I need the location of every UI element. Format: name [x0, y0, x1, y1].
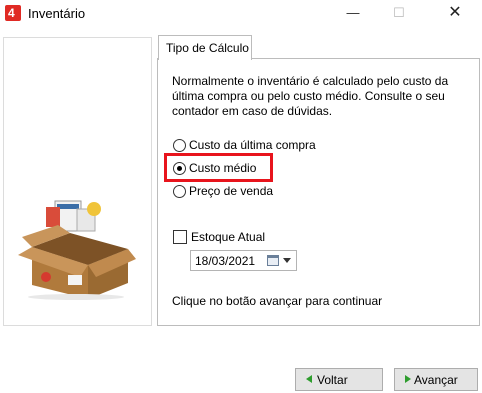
radio-label: Custo da última compra [189, 138, 316, 152]
back-button[interactable]: Voltar [295, 368, 383, 391]
minimize-button[interactable]: — [330, 0, 376, 26]
radio-circle-icon[interactable] [173, 138, 186, 152]
calendar-icon[interactable] [267, 255, 279, 266]
box-illustration [18, 200, 136, 300]
date-field[interactable]: 18/03/2021 [190, 250, 297, 271]
radio-circle-icon[interactable] [173, 184, 186, 198]
next-label: Avançar [414, 372, 458, 387]
dropdown-arrow-icon[interactable] [283, 258, 291, 263]
title-bar: 4 Inventário — ☐ ✕ [0, 0, 482, 26]
radio-preco-de-venda[interactable]: Preço de venda [173, 184, 273, 198]
arrow-right-icon [405, 375, 411, 383]
back-label: Voltar [317, 372, 348, 387]
close-button[interactable]: ✕ [432, 0, 478, 26]
estoque-atual-checkbox[interactable]: Estoque Atual [173, 230, 265, 244]
hint-text: Clique no botão avançar para continuar [172, 294, 383, 308]
maximize-button[interactable]: ☐ [376, 0, 422, 26]
tab-label: Tipo de Cálculo [166, 41, 249, 55]
next-button[interactable]: Avançar [394, 368, 478, 391]
highlight-box [164, 153, 273, 182]
tab-tipo-de-calculo[interactable]: Tipo de Cálculo [158, 35, 252, 60]
window-title: Inventário [28, 6, 86, 21]
radio-label: Preço de venda [189, 184, 274, 198]
radio-custo-ultima-compra[interactable]: Custo da última compra [173, 138, 316, 152]
description-text: Normalmente o inventário é calculado pel… [172, 74, 449, 118]
date-value: 18/03/2021 [195, 254, 256, 268]
checkbox-icon[interactable] [173, 230, 187, 244]
checkbox-label: Estoque Atual [191, 230, 266, 244]
arrow-left-icon [306, 375, 312, 383]
app-logo-icon: 4 [5, 5, 21, 21]
